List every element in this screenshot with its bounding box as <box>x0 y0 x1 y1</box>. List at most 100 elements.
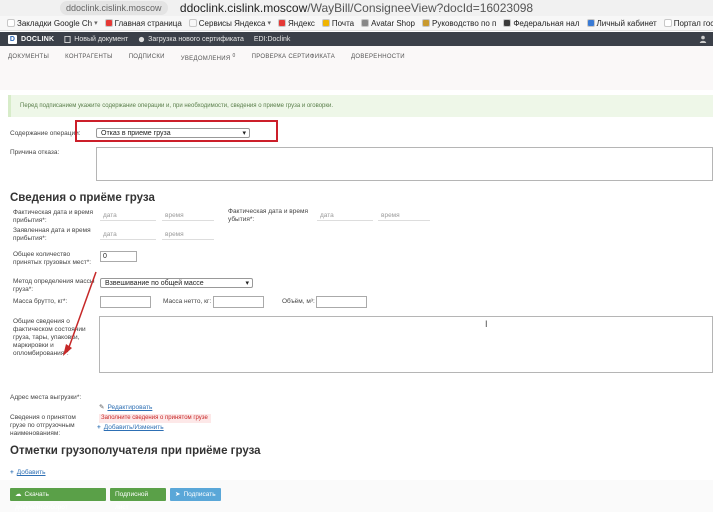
unload-address-label: Адрес места выгрузки*: <box>10 394 82 401</box>
arrival-declared-label: Заявленная дата и время прибытия*: <box>13 227 91 242</box>
certificate-icon <box>139 36 145 42</box>
pencil-icon: ✎ <box>99 404 105 411</box>
volume-input[interactable] <box>316 296 367 308</box>
notifications-count: 0 <box>232 52 236 59</box>
bookmark-label: Почта <box>331 18 355 28</box>
bookmark-label: Руководство по п <box>432 18 497 28</box>
bookmark-label: Портал государс <box>673 18 713 28</box>
bookmark-item[interactable]: Руководство по п <box>422 19 496 28</box>
chevron-down-icon: ▾ <box>94 20 98 27</box>
logo-text: DOCLINK <box>21 35 55 43</box>
nav-edi[interactable]: EDI:Doclink <box>254 36 291 43</box>
condition-textarea[interactable]: I <box>99 316 713 373</box>
highlight-box <box>75 120 278 142</box>
url-bar[interactable]: ddoclink.cislink.moscow/WayBill/Consigne… <box>0 1 713 15</box>
arrival-actual-time[interactable]: время <box>162 212 214 221</box>
mass-method-select-value: Взвешивание по общей массе <box>105 280 204 287</box>
net-mass-input[interactable] <box>213 296 264 308</box>
url-path: /WayBill/ConsigneeView?docId=16023098 <box>307 1 534 15</box>
refusal-reason-label: Причина отказа: <box>10 149 60 156</box>
footer-bar <box>0 480 713 512</box>
bookmark-item[interactable]: Avatar Shop <box>361 19 415 28</box>
send-icon: ➤ <box>175 491 181 498</box>
browser-address-bar: ddoclink.cislink.moscow ddoclink.cislink… <box>0 0 713 16</box>
menu-documents[interactable]: ДОКУМЕНТЫ <box>8 54 49 60</box>
bookmark-item[interactable]: Почта <box>321 18 355 28</box>
plus-icon: + <box>97 424 101 431</box>
nav-edi-label: EDI:Doclink <box>253 35 291 43</box>
bookmark-favicon-icon <box>503 19 512 27</box>
annotation-arrow-icon <box>63 271 97 356</box>
add-change-cargo-link[interactable]: + Добавить/Изменить <box>97 424 164 431</box>
add-mark-label: Добавить <box>16 469 46 476</box>
bookmark-item[interactable]: Закладки Google Ch ▾ <box>7 19 98 28</box>
bookmark-item[interactable]: Главная страница <box>104 18 182 28</box>
bookmark-label: Avatar Shop <box>371 18 416 28</box>
arrival-actual-date[interactable]: дата <box>100 212 156 221</box>
chevron-down-icon: ▾ <box>267 20 271 27</box>
bookmark-item[interactable]: Федеральная нал <box>503 18 580 28</box>
edit-unload-address-link[interactable]: ✎ Редактировать <box>99 403 152 411</box>
gross-mass-input[interactable] <box>100 296 151 308</box>
bookmark-label: Сервисы Яндекса <box>198 18 266 28</box>
departure-actual-date[interactable]: дата <box>317 212 373 221</box>
document-icon <box>64 35 71 43</box>
download-workflow-button[interactable]: ☁ Скачать документооборот <box>10 488 106 511</box>
mass-method-select[interactable]: Взвешивание по общей массе ▾ <box>100 278 253 288</box>
accepted-cargo-label: Сведения о принятом грузе по отгрузочным… <box>10 414 76 437</box>
menu-certificate-check[interactable]: ПРОВЕРКА СЕРТИФИКАТА <box>252 54 335 60</box>
departure-actual-label: Фактическая дата и время убытия*: <box>228 208 308 223</box>
arrival-declared-date[interactable]: дата <box>100 231 156 240</box>
bookmark-label: Личный кабинет <box>596 18 657 28</box>
menu-powers-of-attorney[interactable]: ДОВЕРЕННОСТИ <box>351 54 405 60</box>
bookmark-favicon-icon <box>188 19 197 27</box>
chevron-down-icon: ▾ <box>245 280 249 287</box>
volume-label: Объём, м³: <box>282 298 315 305</box>
url-domain: ddoclink.cislink.moscow <box>179 1 308 15</box>
info-alert: Перед подписанием укажите содержание опе… <box>8 95 713 117</box>
departure-actual-time[interactable]: время <box>378 212 430 221</box>
arrival-declared-time[interactable]: время <box>162 231 214 240</box>
bookmark-label: Главная страница <box>114 18 182 28</box>
bookmark-favicon-icon <box>321 19 330 27</box>
bookmark-item[interactable]: Личный кабинет <box>586 18 657 28</box>
cargo-section-title: Сведения о приёме груза <box>10 192 155 204</box>
places-input[interactable]: 0 <box>100 251 137 262</box>
bookmark-favicon-icon <box>422 19 431 27</box>
net-mass-label: Масса нетто, кг: <box>163 298 212 305</box>
bookmark-item[interactable]: Яндекс <box>278 19 315 28</box>
nav-upload-certificate-label: Загрузка нового сертификата <box>148 35 244 43</box>
doclink-logo-icon: D <box>8 34 17 44</box>
menu-contractors[interactable]: КОНТРАГЕНТЫ <box>65 54 113 60</box>
bookmark-favicon-icon <box>104 19 113 27</box>
section-menu: ДОКУМЕНТЫ КОНТРАГЕНТЫ ПОДПИСКИ УВЕДОМЛЕН… <box>0 50 713 64</box>
sign-button[interactable]: ➤ Подписать <box>170 488 221 501</box>
add-mark-link[interactable]: + Добавить <box>10 469 46 476</box>
bookmark-item[interactable]: Портал государс <box>663 18 713 28</box>
refusal-reason-textarea[interactable] <box>96 147 713 181</box>
bookmark-item[interactable]: Сервисы Яндекса ▾ <box>188 18 271 28</box>
cloud-download-icon: ☁ <box>15 491 22 498</box>
doclink-logo[interactable]: D DOCLINK <box>8 34 55 44</box>
bookmark-favicon-icon <box>278 19 286 27</box>
user-icon[interactable] <box>699 35 707 43</box>
bookmark-favicon-icon <box>361 19 370 27</box>
menu-subscriptions[interactable]: ПОДПИСКИ <box>129 54 165 60</box>
plus-icon: + <box>10 469 14 476</box>
nav-new-document-label: Новый документ <box>74 35 129 43</box>
nav-upload-certificate[interactable]: Загрузка нового сертификата <box>138 36 244 43</box>
places-label: Общее количество принятых грузовых мест*… <box>13 251 92 266</box>
bookmark-favicon-icon <box>7 19 15 27</box>
menu-notifications[interactable]: УВЕДОМЛЕНИЯ 0 <box>181 53 236 62</box>
sign-label: Подписать <box>183 491 216 498</box>
bookmark-favicon-icon <box>663 19 672 27</box>
bookmarks-bar: Закладки Google Ch ▾ Главная страница Серви… <box>0 16 713 31</box>
app-navbar: D DOCLINK Новый документ Загрузка нового… <box>0 32 713 46</box>
download-workflow-label: Скачать документооборот <box>15 491 68 511</box>
bookmark-label: Федеральная нал <box>513 18 580 28</box>
nav-new-document[interactable]: Новый документ <box>64 35 129 43</box>
arrival-actual-label: Фактическая дата и время прибытия*: <box>13 209 93 224</box>
add-change-cargo-label: Добавить/Изменить <box>103 424 164 431</box>
menu-notifications-label: УВЕДОМЛЕНИЯ <box>180 55 231 62</box>
sign-sheet-button[interactable]: Подписной лист <box>110 488 166 511</box>
